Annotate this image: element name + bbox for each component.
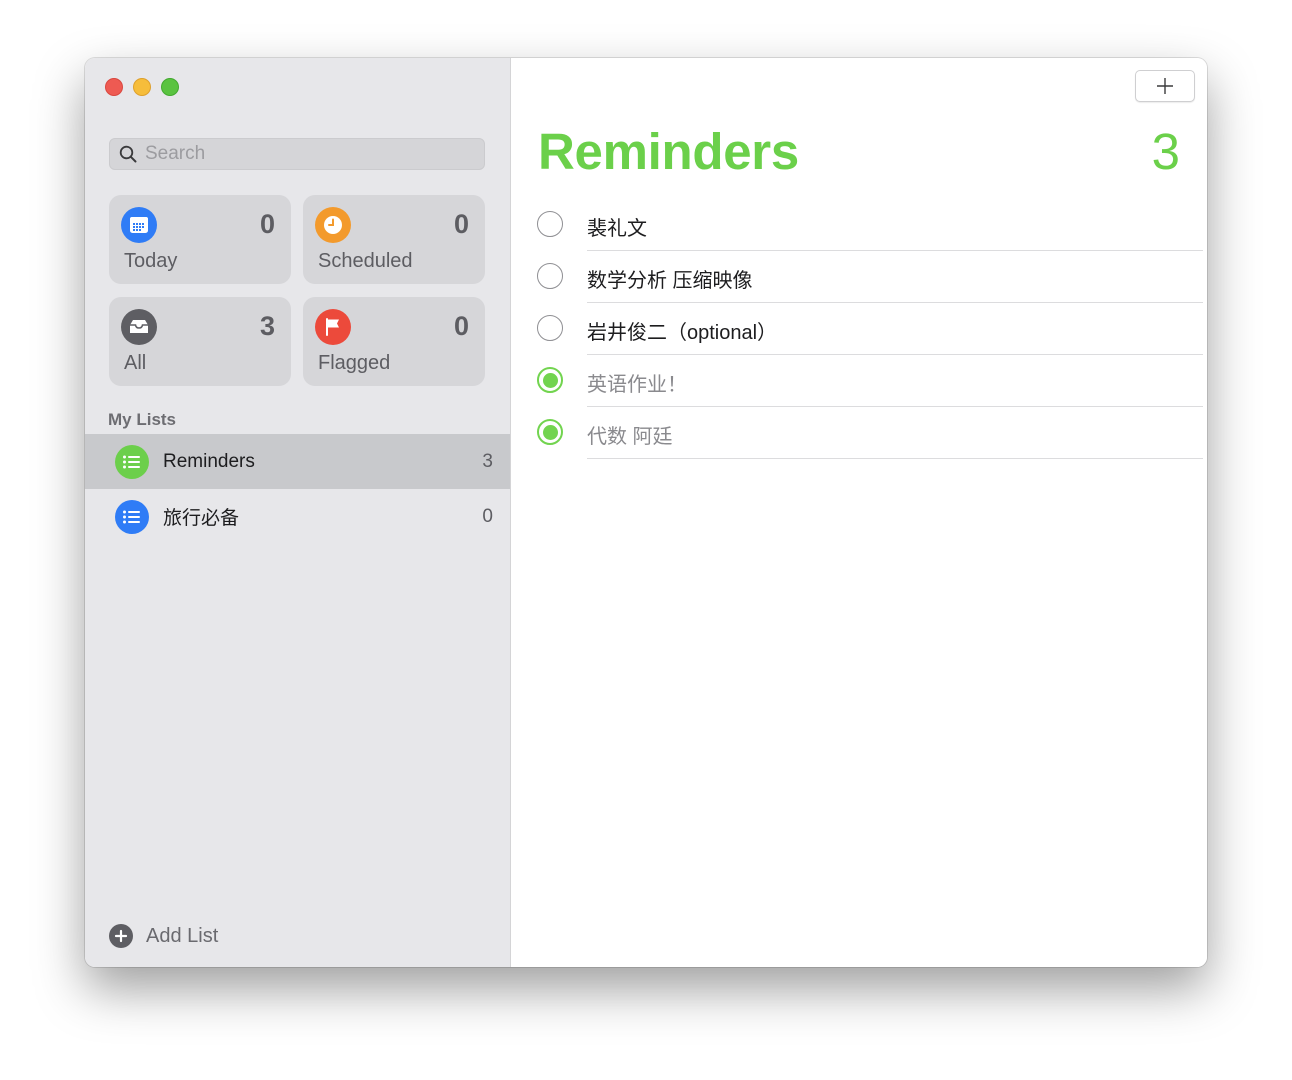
clock-icon (315, 207, 351, 243)
reminder-title[interactable]: 代数 阿廷 (587, 420, 673, 449)
zoom-button[interactable] (161, 78, 179, 96)
search-input[interactable] (143, 142, 467, 166)
minimize-button[interactable] (133, 78, 151, 96)
reminder-title[interactable]: 裴礼文 (587, 212, 647, 241)
complete-checkbox[interactable] (537, 315, 563, 341)
divider (587, 458, 1203, 459)
search-icon (119, 145, 137, 163)
complete-checkbox[interactable] (537, 263, 563, 289)
list-total-count: 3 (1151, 123, 1180, 180)
all-count: 3 (259, 311, 275, 341)
smart-list-today[interactable]: 0 Today (109, 195, 291, 284)
complete-checkbox[interactable] (537, 419, 563, 445)
add-reminder-button[interactable] (1135, 70, 1195, 102)
reminder-title[interactable]: 英语作业！ (587, 368, 687, 397)
reminder-item-completed: 代数 阿廷 (511, 407, 1207, 459)
calendar-icon (121, 207, 157, 243)
complete-checkbox[interactable] (537, 367, 563, 393)
window-controls (105, 78, 179, 96)
list-name: 旅行必备 (163, 508, 240, 529)
sidebar-list-travel[interactable]: 旅行必备 0 (85, 489, 510, 544)
smart-list-scheduled[interactable]: 0 Scheduled (303, 195, 485, 284)
flagged-label: Flagged (318, 352, 391, 374)
tray-icon (121, 309, 157, 345)
sidebar: 0 Today 0 Scheduled (85, 58, 511, 967)
reminder-item-completed: 英语作业！ (511, 355, 1207, 407)
main-panel: Reminders 3 裴礼文 数学分析 压缩映像 岩井俊二（optional）… (511, 58, 1207, 967)
list-bullet-icon (115, 444, 149, 479)
all-label: All (124, 352, 147, 374)
list-count: 3 (482, 450, 493, 472)
reminder-list: 裴礼文 数学分析 压缩映像 岩井俊二（optional） 英语作业！ 代数 阿廷 (511, 199, 1207, 459)
close-button[interactable] (105, 78, 123, 96)
reminder-item: 数学分析 压缩映像 (511, 251, 1207, 303)
list-name: Reminders (163, 450, 255, 472)
smart-list-all[interactable]: 3 All (109, 297, 291, 386)
reminders-window: 0 Today 0 Scheduled (85, 58, 1207, 967)
add-list-label: Add List (146, 924, 219, 947)
reminder-title[interactable]: 岩井俊二（optional） (587, 316, 777, 345)
reminder-item: 裴礼文 (511, 199, 1207, 251)
sidebar-list-reminders[interactable]: Reminders 3 (85, 434, 510, 489)
smart-list-flagged[interactable]: 0 Flagged (303, 297, 485, 386)
list-count: 0 (482, 505, 493, 527)
list-bullet-icon (115, 499, 149, 534)
search-field[interactable] (109, 138, 485, 170)
scheduled-count: 0 (453, 209, 469, 239)
add-list-button[interactable]: Add List (109, 924, 218, 948)
plus-icon (1157, 78, 1173, 94)
flag-icon (315, 309, 351, 345)
reminder-title[interactable]: 数学分析 压缩映像 (587, 264, 753, 293)
flagged-count: 0 (453, 311, 469, 341)
reminder-item: 岩井俊二（optional） (511, 303, 1207, 355)
plus-circle-icon (109, 924, 133, 948)
my-lists-header: My Lists (108, 410, 177, 429)
list-title: Reminders (538, 123, 799, 180)
smart-lists: 0 Today 0 Scheduled 3 All 0 Flagged (109, 195, 485, 386)
complete-checkbox[interactable] (537, 211, 563, 237)
today-count: 0 (259, 209, 275, 239)
scheduled-label: Scheduled (318, 250, 413, 272)
today-label: Today (124, 250, 178, 272)
